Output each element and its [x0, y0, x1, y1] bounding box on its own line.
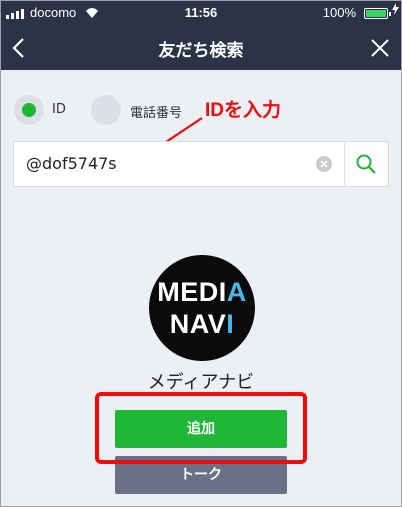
battery-level-fill [366, 10, 386, 17]
avatar-logo-line2: NAVI [169, 309, 235, 339]
search-divider [344, 142, 345, 186]
radio-selected-dot [22, 103, 36, 117]
avatar: MEDIA NAVI [149, 255, 255, 361]
radio-id[interactable] [14, 95, 44, 125]
radio-id-label: ID [52, 102, 66, 117]
page-title: 友だち検索 [158, 41, 244, 61]
close-icon[interactable] [368, 36, 392, 60]
battery-icon [364, 8, 391, 19]
status-bar: docomo 11:56 100% [0, 0, 402, 26]
search-input[interactable]: @dof5747s [13, 141, 389, 187]
charging-bolt-icon [392, 3, 399, 15]
annotation-highlight-box [95, 392, 307, 464]
battery-percent: 100% [322, 5, 356, 20]
clear-icon[interactable] [316, 156, 332, 172]
search-input-value[interactable]: @dof5747s [26, 154, 117, 173]
radio-phone-number[interactable] [91, 95, 121, 125]
avatar-logo-line1: MEDIA [157, 277, 247, 307]
annotation-label: IDを入力 [205, 100, 282, 121]
navigation-bar: 友だち検索 [0, 26, 402, 70]
profile-name: メディアナビ [147, 372, 255, 393]
search-icon[interactable] [354, 152, 378, 176]
